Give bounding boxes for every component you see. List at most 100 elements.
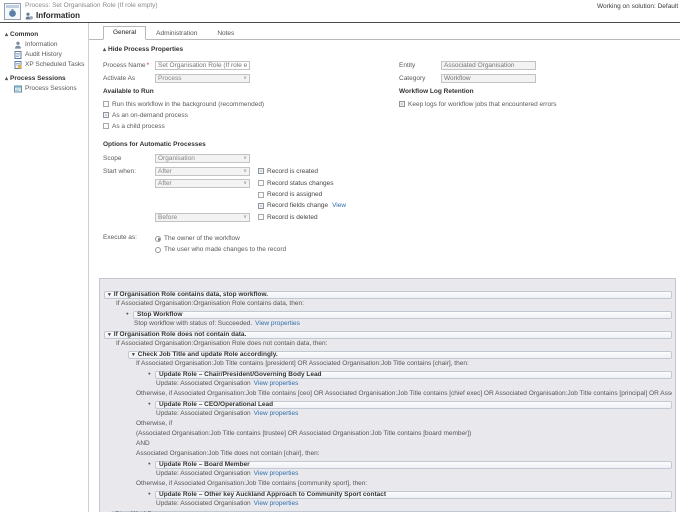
workflow-step: ● Update Role – CEO/Operational Lead (104, 399, 672, 409)
collapse-triangle-icon: ▴ (103, 47, 107, 53)
process-name-label: Process Name* (103, 61, 150, 69)
information-page-icon (25, 12, 33, 20)
condition-branch-header: ▾ If Organisation Role does not contain d… (104, 329, 672, 339)
scope-label: Scope (103, 154, 122, 162)
sidebar-item-xp-scheduled-tasks[interactable]: XP Scheduled Tasks (5, 60, 88, 70)
audit-history-icon (14, 51, 22, 59)
keep-logs-option: Keep logs for workflow jobs that encount… (399, 100, 680, 108)
run-in-background-option: Run this workflow in the background (rec… (103, 100, 399, 108)
step-bullet-icon: ● (148, 491, 151, 496)
page-title: Information (36, 11, 80, 20)
condition-bar[interactable]: ▾ Check Job Title and update Role accordi… (128, 350, 672, 359)
tab-general[interactable]: General (103, 26, 147, 40)
sidebar-section-process-sessions[interactable]: ▴ Process Sessions (5, 74, 88, 84)
on-demand-option: As an on-demand process (103, 111, 399, 119)
step-detail: Update: Associated Organisation View prop… (156, 500, 299, 507)
sidebar-item-process-sessions[interactable]: Process Sessions (5, 84, 88, 94)
chevron-down-icon: ∨ (243, 214, 247, 220)
condition-expression: AND (136, 440, 150, 447)
sidebar-item-label: Information (25, 41, 58, 48)
record-status-changes-checkbox[interactable] (258, 180, 264, 186)
sidebar-item-label: Process Sessions (25, 85, 77, 92)
collapse-triangle-icon: ▾ (132, 351, 135, 358)
step-bar[interactable]: Update Role – CEO/Operational Lead (155, 400, 672, 409)
process-window-icon (4, 3, 21, 20)
view-properties-link[interactable]: View properties (254, 500, 299, 507)
start-when-label: Start when: (103, 167, 136, 175)
activate-as-select[interactable]: Process ∨ (155, 73, 250, 83)
main-panel: General Administration Notes ▴ Hide Proce… (89, 23, 680, 512)
working-on-solution-label: Working on solution: Default Solution (597, 3, 680, 10)
step-detail: Update: Associated Organisation View prop… (156, 470, 299, 477)
run-in-background-checkbox[interactable] (103, 101, 109, 107)
condition-expression: If Associated Organisation:Job Title con… (136, 360, 469, 367)
sidebar-item-information[interactable]: Information (5, 40, 88, 50)
tab-strip: General Administration Notes (89, 26, 680, 40)
keep-logs-checkbox[interactable] (399, 101, 405, 107)
owner-radio[interactable] (155, 235, 161, 242)
deleted-trigger-select[interactable]: Before ∨ (155, 212, 250, 222)
step-bar[interactable]: Update Role – Chair/President/Governing … (155, 370, 672, 379)
collapse-triangle-icon: ▴ (5, 76, 9, 82)
sidebar-item-label: Audit History (25, 51, 62, 58)
scope-select[interactable]: Organisation ∨ (155, 153, 250, 163)
workflow-step: ● Update Role – Chair/President/Governin… (104, 369, 672, 379)
entity-label: Entity (399, 61, 416, 69)
execute-as-user-option: The user who made changes to the record (155, 245, 286, 254)
status-change-trigger-select[interactable]: After ∨ (155, 178, 250, 188)
step-detail: Update: Associated Organisation View prop… (156, 410, 299, 417)
tab-notes[interactable]: Notes (207, 27, 244, 40)
sidebar-section-common[interactable]: ▴ Common (5, 30, 88, 40)
hide-process-properties-toggle[interactable]: ▴ Hide Process Properties (103, 46, 680, 54)
process-sessions-icon (14, 85, 22, 93)
process-name-input[interactable] (155, 60, 250, 70)
step-bar[interactable]: Update Role – Other key Auckland Approac… (155, 490, 672, 499)
title-bar: Process: Set Organisation Role (If role … (0, 0, 680, 23)
view-properties-link[interactable]: View properties (254, 380, 299, 387)
sidebar-item-label: XP Scheduled Tasks (25, 61, 85, 68)
view-properties-link[interactable]: View properties (254, 470, 299, 477)
condition-expression: Otherwise, if Associated Organisation:Jo… (136, 390, 672, 397)
record-deleted-checkbox[interactable] (258, 214, 264, 220)
scheduled-tasks-icon (14, 61, 22, 69)
entity-input[interactable] (441, 60, 536, 70)
condition-expression: (Associated Organisation:Job Title conta… (136, 430, 472, 437)
workflow-step: ● Update Role – Board Member (104, 459, 672, 469)
workflow-step: ● Update Role – Other key Auckland Appro… (104, 489, 672, 499)
record-fields-change-checkbox[interactable] (258, 202, 264, 209)
created-trigger-select[interactable]: After ∨ (155, 166, 250, 176)
step-detail: Update: Associated Organisation View prop… (156, 380, 299, 387)
condition-branch-header: ▾ If Organisation Role contains data, sto… (104, 289, 672, 299)
condition-bar[interactable]: ▾ If Organisation Role does not contain d… (104, 330, 672, 339)
record-created-checkbox[interactable] (258, 168, 264, 174)
view-properties-link[interactable]: View properties (254, 410, 299, 417)
available-to-run-heading: Available to Run (103, 88, 154, 95)
child-process-option: As a child process (103, 122, 399, 130)
chevron-down-icon: ∨ (243, 180, 247, 186)
user-radio[interactable] (155, 246, 161, 253)
record-assigned-checkbox[interactable] (258, 191, 264, 198)
auto-options-heading: Options for Automatic Processes (103, 141, 206, 148)
condition-branch-header: ▾ Check Job Title and update Role accordi… (104, 349, 672, 359)
chevron-down-icon: ∨ (243, 168, 247, 174)
chevron-down-icon: ∨ (243, 155, 247, 161)
condition-bar[interactable]: ▾ If Organisation Role contains data, sto… (104, 290, 672, 299)
on-demand-checkbox[interactable] (103, 112, 109, 118)
tab-administration[interactable]: Administration (146, 27, 207, 40)
category-input[interactable] (441, 73, 536, 83)
category-label: Category (399, 74, 426, 82)
required-asterisk: * (146, 61, 150, 69)
condition-expression: Otherwise, if Associated Organisation:Jo… (136, 480, 368, 487)
condition-expression: If Associated Organisation:Organisation … (116, 340, 328, 347)
sidebar-item-audit-history[interactable]: Audit History (5, 50, 88, 60)
view-properties-link[interactable]: View properties (255, 320, 300, 327)
general-form: ▴Hide Process Properties Process Name* A… (89, 46, 680, 256)
execute-as-owner-option: The owner of the workflow (155, 234, 286, 243)
activate-as-label: Activate As (103, 74, 136, 82)
step-bar[interactable]: Update Role – Board Member (155, 460, 672, 469)
step-bar[interactable]: Stop Workflow (133, 310, 672, 319)
fields-change-view-link[interactable]: View (332, 202, 346, 209)
step-bullet-icon: ● (126, 311, 129, 316)
collapse-triangle-icon: ▾ (108, 291, 111, 298)
child-process-checkbox[interactable] (103, 123, 109, 129)
